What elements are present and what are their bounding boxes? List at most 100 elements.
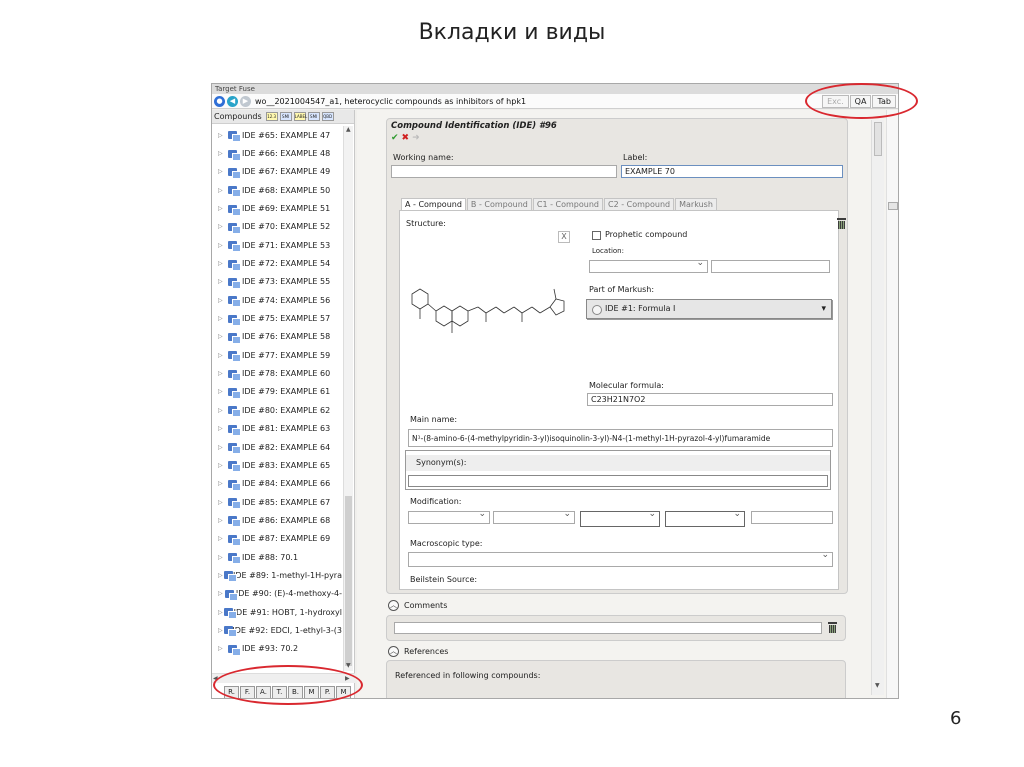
working-name-input[interactable] (391, 165, 617, 178)
view-type-tab[interactable]: B. (288, 686, 303, 698)
expand-arrow-icon[interactable]: ▷ (218, 260, 228, 267)
tree-item[interactable]: ▷ IDE #87: EXAMPLE 69 (212, 530, 342, 548)
tree-item[interactable]: ▷ IDE #89: 1-methyl-1H-pyra (212, 566, 342, 584)
expand-arrow-icon[interactable]: ▷ (218, 278, 228, 285)
tree-item[interactable]: ▷ IDE #84: EXAMPLE 66 (212, 475, 342, 493)
expand-arrow-icon[interactable]: ▷ (218, 462, 228, 469)
comments-toggle[interactable]: ︿ Comments (388, 600, 447, 611)
tree-item[interactable]: ▷ IDE #68: EXAMPLE 50 (212, 181, 342, 199)
forward-icon[interactable]: ▶ (240, 95, 251, 107)
tree-item[interactable]: ▷ IDE #92: EDCI, 1-ethyl-3-(3 (212, 621, 342, 639)
tree-item[interactable]: ▷ IDE #85: EXAMPLE 67 (212, 493, 342, 511)
tree-item[interactable]: ▷ IDE #83: EXAMPLE 65 (212, 456, 342, 474)
expand-arrow-icon[interactable]: ▷ (218, 370, 228, 377)
tree-item[interactable]: ▷ IDE #91: HOBT, 1-hydroxyl (212, 603, 342, 621)
scroll-down-icon[interactable]: ▼ (346, 662, 351, 669)
expand-arrow-icon[interactable]: ▷ (218, 205, 228, 212)
expand-arrow-icon[interactable]: ▷ (218, 407, 228, 414)
home-icon[interactable]: ● (214, 95, 225, 107)
markush-select[interactable]: IDE #1: Formula I (586, 299, 832, 319)
tree-item[interactable]: ▷ IDE #72: EXAMPLE 54 (212, 254, 342, 272)
tree-item[interactable]: ▷ IDE #65: EXAMPLE 47 (212, 126, 342, 144)
tree-item[interactable]: ▷ IDE #75: EXAMPLE 57 (212, 309, 342, 327)
scroll-right-icon[interactable]: ▶ (345, 675, 350, 682)
tree-item[interactable]: ▷ IDE #77: EXAMPLE 59 (212, 346, 342, 364)
outer-scrollbar[interactable] (886, 110, 898, 698)
expand-arrow-icon[interactable]: ▷ (218, 499, 228, 506)
expand-arrow-icon[interactable]: ▷ (218, 535, 228, 542)
view-tab-tab[interactable]: Tab (872, 95, 896, 108)
expand-arrow-icon[interactable]: ▷ (218, 315, 228, 322)
macroscopic-select[interactable] (408, 552, 833, 567)
modification-select-4[interactable] (665, 511, 745, 527)
detail-scroll-thumb[interactable] (874, 122, 882, 156)
view-tab-exc[interactable]: Exc. (822, 95, 849, 108)
label-input[interactable]: EXAMPLE 70 (621, 165, 843, 178)
expand-arrow-icon[interactable]: ▷ (218, 168, 228, 175)
tab-c1-compound[interactable]: C1 - Compound (532, 198, 603, 210)
view-type-tab[interactable]: M (304, 686, 319, 698)
scroll-up-icon[interactable]: ▲ (346, 126, 351, 133)
toolbar-mini-button[interactable]: SMI (307, 112, 320, 121)
scroll-left-icon[interactable]: ◀ (213, 675, 218, 682)
view-tab-qa[interactable]: QA (849, 95, 872, 108)
tree-scroll-thumb[interactable] (345, 496, 352, 666)
expand-arrow-icon[interactable]: ▷ (218, 517, 228, 524)
tree-item[interactable]: ▷ IDE #74: EXAMPLE 56 (212, 291, 342, 309)
expand-arrow-icon[interactable]: ▷ (218, 223, 228, 230)
toolbar-mini-button[interactable]: QBD (321, 112, 334, 121)
collapse-icon[interactable]: ︿ (388, 600, 399, 611)
expand-arrow-icon[interactable]: ▷ (218, 150, 228, 157)
expand-arrow-icon[interactable]: ▷ (218, 388, 228, 395)
location-select[interactable] (589, 260, 708, 273)
expand-arrow-icon[interactable]: ▷ (218, 132, 228, 139)
outer-scroll-thumb[interactable] (888, 202, 898, 210)
tree-item[interactable]: ▷ IDE #67: EXAMPLE 49 (212, 163, 342, 181)
tab-markush[interactable]: Markush (675, 198, 717, 210)
expand-arrow-icon[interactable]: ▷ (218, 297, 228, 304)
expand-arrow-icon[interactable]: ▷ (218, 242, 228, 249)
modification-input[interactable] (751, 511, 833, 524)
tree-item[interactable]: ▷ IDE #78: EXAMPLE 60 (212, 364, 342, 382)
expand-arrow-icon[interactable]: ▷ (218, 480, 228, 487)
expand-arrow-icon[interactable]: ▷ (218, 554, 228, 561)
tree-item[interactable]: ▷ IDE #90: (E)-4-methoxy-4- (212, 585, 342, 603)
tab-b-compound[interactable]: B - Compound (466, 198, 532, 210)
tree-item[interactable]: ▷ IDE #81: EXAMPLE 63 (212, 420, 342, 438)
tree-item[interactable]: ▷ IDE #82: EXAMPLE 64 (212, 438, 342, 456)
expand-arrow-icon[interactable]: ▷ (218, 645, 228, 652)
toolbar-mini-button[interactable]: LABEL (293, 112, 307, 121)
main-name-input[interactable]: N¹-(8-amino-6-(4-methylpyridin-3-yl)isoq… (408, 429, 833, 447)
prophetic-checkbox[interactable] (592, 231, 601, 240)
expand-arrow-icon[interactable]: ▷ (218, 352, 228, 359)
references-toggle[interactable]: ︿ References (388, 646, 448, 657)
view-type-tab[interactable]: A. (256, 686, 271, 698)
tree-item[interactable]: ▷ IDE #80: EXAMPLE 62 (212, 401, 342, 419)
cross-icon[interactable]: ✖ (402, 133, 410, 143)
tree-item[interactable]: ▷ IDE #69: EXAMPLE 51 (212, 199, 342, 217)
location-input[interactable] (711, 260, 830, 273)
expand-arrow-icon[interactable]: ▷ (218, 425, 228, 432)
view-type-tab[interactable]: F. (240, 686, 255, 698)
tree-hscrollbar[interactable]: ◀ ▶ (212, 673, 355, 683)
formula-input[interactable]: C23H21N7O2 (587, 393, 833, 406)
tree-item[interactable]: ▷ IDE #79: EXAMPLE 61 (212, 383, 342, 401)
tree-item[interactable]: ▷ IDE #70: EXAMPLE 52 (212, 218, 342, 236)
structure-canvas[interactable]: X (404, 229, 574, 407)
tree-item[interactable]: ▷ IDE #88: 70.1 (212, 548, 342, 566)
collapse-icon[interactable]: ︿ (388, 646, 399, 657)
view-type-tab[interactable]: M (336, 686, 351, 698)
view-type-tab[interactable]: R. (224, 686, 239, 698)
detail-scrollbar[interactable]: ▼ (871, 120, 884, 695)
back-icon[interactable]: ◀ (227, 95, 238, 107)
expand-arrow-icon[interactable]: ▷ (218, 444, 228, 451)
trash-icon[interactable] (837, 218, 846, 229)
comment-input[interactable] (394, 622, 822, 634)
tree-item[interactable]: ▷ IDE #66: EXAMPLE 48 (212, 144, 342, 162)
expand-arrow-icon[interactable]: ▷ (218, 590, 225, 597)
modification-select-1[interactable] (408, 511, 490, 524)
toolbar-mini-button[interactable]: SMI (279, 112, 292, 121)
synonym-input[interactable] (408, 475, 828, 487)
tree-item[interactable]: ▷ IDE #86: EXAMPLE 68 (212, 511, 342, 529)
arrow-icon[interactable]: ➜ (412, 133, 420, 143)
